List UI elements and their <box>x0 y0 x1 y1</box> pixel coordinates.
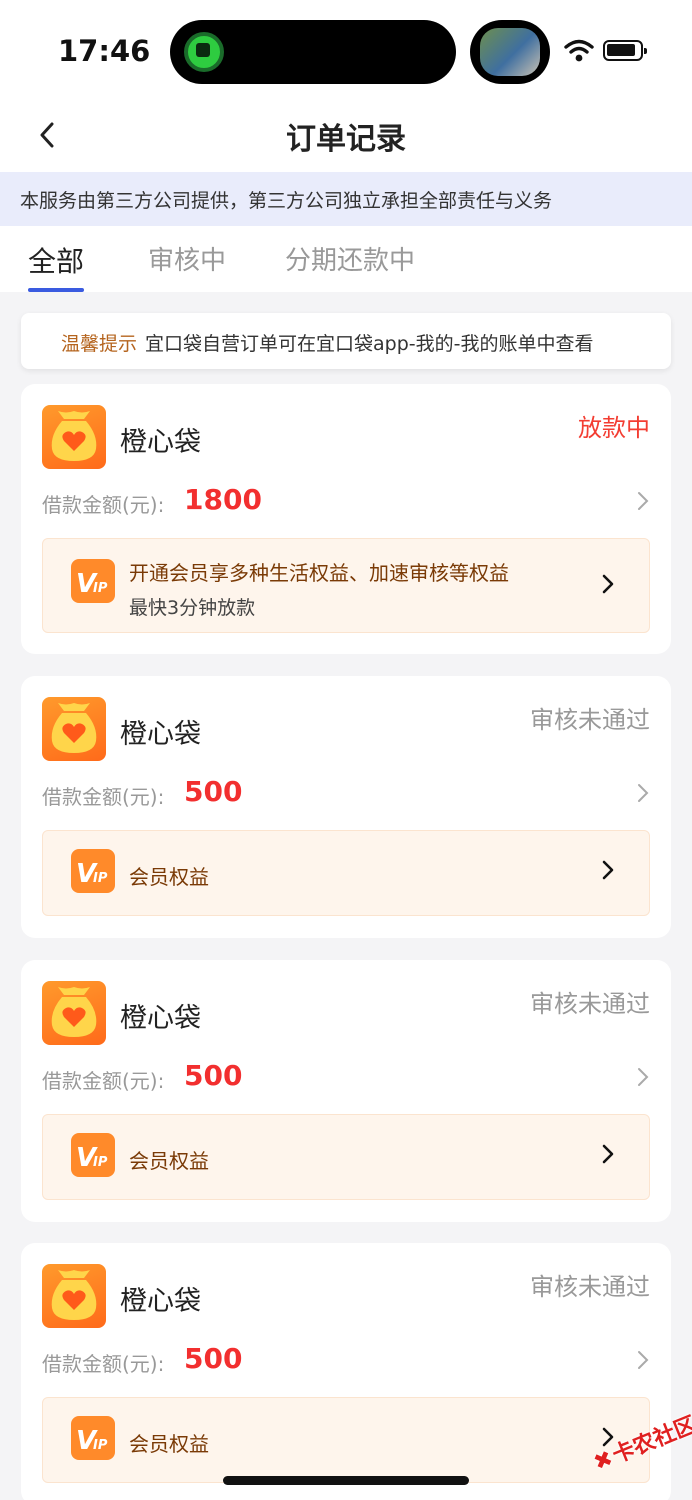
product-name: 橙心袋 <box>120 1003 201 1034</box>
order-card[interactable]: 橙心袋 放款中 借款金额(元): 1800 开通会员享多种生活权益、加速审核等权… <box>21 384 671 654</box>
order-card[interactable]: 橙心袋 审核未通过 借款金额(元): 500 会员权益 <box>21 1243 671 1500</box>
vip-benefits-label: 会员权益 <box>129 865 209 889</box>
tab-all[interactable]: 全部 <box>28 240 84 280</box>
amount-label: 借款金额(元): <box>42 1352 165 1376</box>
status-time: 17:46 <box>58 34 151 68</box>
vip-promo-title: 开通会员享多种生活权益、加速审核等权益 <box>129 561 509 585</box>
money-bag-icon <box>51 703 97 753</box>
vip-benefits[interactable]: 会员权益 <box>42 830 650 916</box>
product-name: 橙心袋 <box>120 719 201 750</box>
chevron-right-icon <box>602 1144 614 1164</box>
amount-value: 500 <box>184 775 243 808</box>
vip-benefits[interactable]: 会员权益 <box>42 1397 650 1483</box>
vip-benefits[interactable]: 会员权益 <box>42 1114 650 1200</box>
chevron-right-icon <box>602 860 614 880</box>
page-title: 订单记录 <box>286 122 406 157</box>
brand-logo <box>42 981 106 1045</box>
tip-text: 宜口袋自营订单可在宜口袋app-我的-我的账单中查看 <box>145 333 594 355</box>
status-bar: 17:46 <box>0 0 692 104</box>
order-status: 放款中 <box>578 414 650 442</box>
money-bag-icon <box>51 987 97 1037</box>
amount-value: 1800 <box>184 483 262 516</box>
chevron-right-icon[interactable] <box>635 782 651 804</box>
order-status: 审核未通过 <box>530 990 650 1018</box>
order-status: 审核未通过 <box>530 706 650 734</box>
vip-icon <box>71 849 115 893</box>
money-bag-icon <box>51 1270 97 1320</box>
chevron-right-icon <box>602 574 614 594</box>
tab-installment[interactable]: 分期还款中 <box>285 240 415 277</box>
camera-thumbnail <box>480 28 540 76</box>
brand-logo <box>42 405 106 469</box>
brand-logo <box>42 697 106 761</box>
dynamic-island <box>170 20 456 84</box>
vip-benefits-label: 会员权益 <box>129 1149 209 1173</box>
brand-logo <box>42 1264 106 1328</box>
order-card[interactable]: 橙心袋 审核未通过 借款金额(元): 500 会员权益 <box>21 676 671 938</box>
vip-benefits-label: 会员权益 <box>129 1432 209 1456</box>
activity-ring-icon <box>184 32 224 72</box>
amount-label: 借款金额(元): <box>42 1069 165 1093</box>
battery-icon <box>603 40 647 61</box>
vip-icon <box>71 1133 115 1177</box>
money-bag-icon <box>51 411 97 461</box>
home-indicator[interactable] <box>223 1476 469 1485</box>
vip-icon <box>71 1416 115 1460</box>
order-tabs: 全部 审核中 分期还款中 <box>0 226 692 292</box>
product-name: 橙心袋 <box>120 427 201 458</box>
wifi-icon <box>564 39 594 62</box>
vip-promo-subtitle: 最快3分钟放款 <box>129 597 256 619</box>
product-name: 橙心袋 <box>120 1286 201 1317</box>
order-card[interactable]: 橙心袋 审核未通过 借款金额(元): 500 会员权益 <box>21 960 671 1222</box>
chevron-right-icon[interactable] <box>635 1066 651 1088</box>
vip-icon <box>71 559 115 603</box>
chevron-right-icon[interactable] <box>635 1349 651 1371</box>
amount-value: 500 <box>184 1059 243 1092</box>
chevron-right-icon[interactable] <box>635 490 651 512</box>
amount-label: 借款金额(元): <box>42 493 165 517</box>
amount-label: 借款金额(元): <box>42 785 165 809</box>
vip-promo[interactable]: 开通会员享多种生活权益、加速审核等权益 最快3分钟放款 <box>42 538 650 633</box>
active-tab-indicator <box>28 288 84 292</box>
tab-reviewing[interactable]: 审核中 <box>148 240 226 277</box>
third-party-notice: 本服务由第三方公司提供，第三方公司独立承担全部责任与义务 <box>0 172 692 226</box>
camera-preview <box>470 20 550 84</box>
amount-value: 500 <box>184 1342 243 1375</box>
order-status: 审核未通过 <box>530 1273 650 1301</box>
tip-label: 温馨提示 <box>61 333 138 355</box>
tip-banner: 温馨提示 宜口袋自营订单可在宜口袋app-我的-我的账单中查看 <box>21 313 671 369</box>
nav-bar: 订单记录 <box>0 104 692 172</box>
